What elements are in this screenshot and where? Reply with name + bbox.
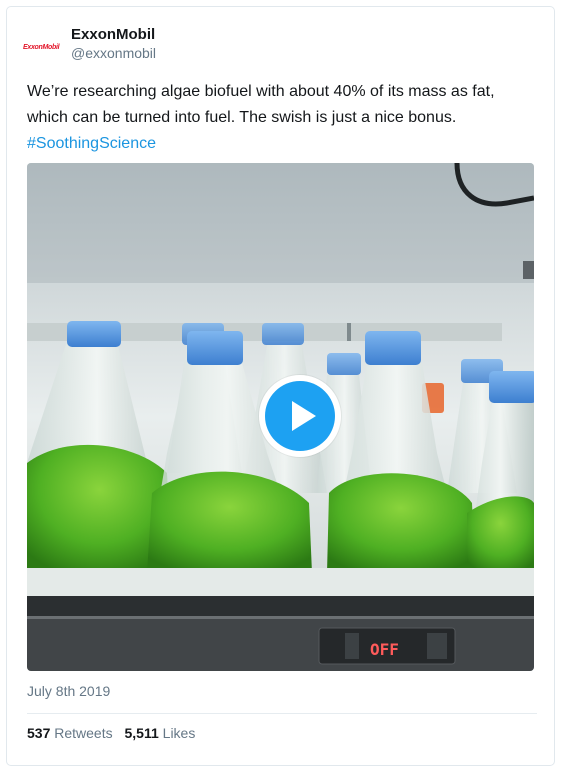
- account-name[interactable]: ExxonMobil: [71, 26, 155, 43]
- likes-label: Likes: [162, 725, 196, 741]
- play-button-circle: [265, 381, 335, 451]
- tweet-card: ExxonMobil ExxonMobil @exxonmobil We’re …: [6, 6, 555, 766]
- video-player[interactable]: OFF: [27, 163, 534, 671]
- tweet-body: We’re researching algae biofuel with abo…: [27, 83, 495, 126]
- likes-stat[interactable]: 5,511 Likes: [125, 725, 196, 741]
- play-button[interactable]: [259, 375, 341, 457]
- tweet-date[interactable]: July 8th 2019: [27, 683, 110, 699]
- likes-count: 5,511: [124, 725, 159, 741]
- hashtag-link[interactable]: #SoothingScience: [27, 131, 537, 157]
- tweet-stats: 537 Retweets 5,511 Likes: [27, 725, 203, 741]
- play-icon: [292, 401, 316, 431]
- exxonmobil-logo[interactable]: ExxonMobil: [23, 43, 65, 53]
- tweet-header: ExxonMobil ExxonMobil @exxonmobil: [7, 7, 554, 67]
- tweet-text: We’re researching algae biofuel with abo…: [27, 79, 537, 157]
- divider: [27, 713, 537, 714]
- retweets-stat[interactable]: 537 Retweets: [27, 725, 117, 741]
- display-readout: OFF: [370, 640, 399, 659]
- retweets-count: 537: [27, 725, 51, 741]
- account-handle[interactable]: @exxonmobil: [71, 45, 156, 61]
- retweets-label: Retweets: [54, 725, 113, 741]
